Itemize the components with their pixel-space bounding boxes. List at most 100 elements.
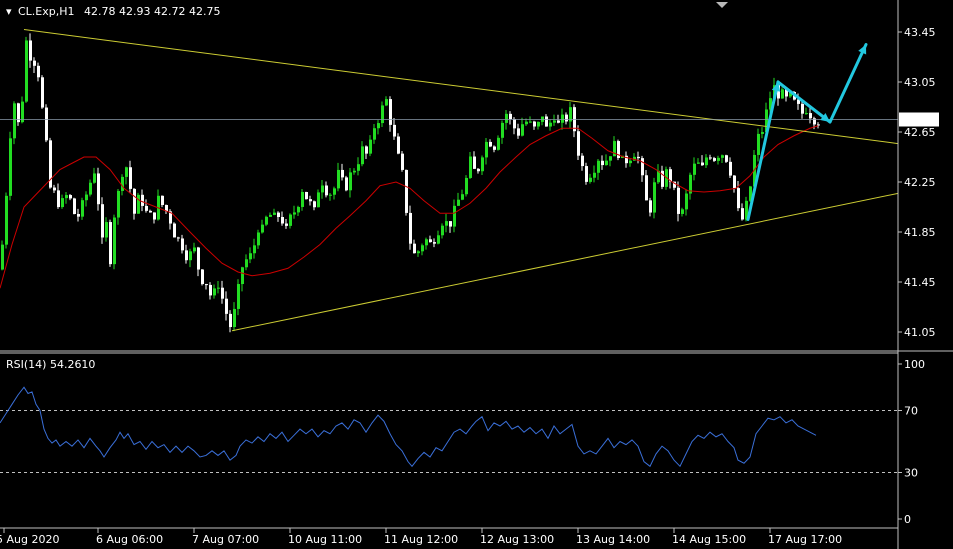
candle xyxy=(805,107,808,115)
candle-body xyxy=(233,308,236,328)
candle-body xyxy=(245,259,248,268)
candle xyxy=(493,145,496,153)
candle xyxy=(261,219,264,234)
candle-body xyxy=(13,103,16,139)
candle xyxy=(705,154,708,169)
candle-body xyxy=(481,157,484,172)
time-tick-label: 17 Aug 17:00 xyxy=(768,533,842,546)
candle xyxy=(657,164,660,185)
candle-body xyxy=(457,199,460,206)
candle xyxy=(521,117,524,137)
candle-body xyxy=(321,185,324,193)
candle xyxy=(341,163,344,181)
trendline[interactable] xyxy=(231,192,899,332)
candle xyxy=(53,184,56,194)
candle xyxy=(33,57,36,73)
candle xyxy=(781,87,784,99)
price-tick-label: 43.45 xyxy=(904,26,936,39)
candle-body xyxy=(181,238,184,251)
header-triangle-icon[interactable]: ▾ xyxy=(6,5,12,18)
candle xyxy=(5,192,8,249)
price-tick-label: 43.05 xyxy=(904,76,936,89)
candle-body xyxy=(437,235,440,244)
candle xyxy=(173,222,176,238)
candle-body xyxy=(685,193,688,210)
candle-body xyxy=(761,132,764,134)
candle xyxy=(217,280,220,294)
axes: 43.45 43.05 42.65 42.25 41.85 41.45 41.05 42.75… xyxy=(0,0,953,549)
candle xyxy=(393,117,396,140)
candle-body xyxy=(809,113,812,119)
candle-body xyxy=(193,247,196,252)
candle xyxy=(189,248,192,268)
candle xyxy=(481,155,484,175)
candle xyxy=(617,139,620,161)
candle-body xyxy=(425,239,428,246)
candle-body xyxy=(805,113,808,115)
candle xyxy=(117,188,120,225)
candle-body xyxy=(405,169,408,213)
arrow-shaft[interactable] xyxy=(776,80,832,124)
candle-body xyxy=(69,195,72,199)
candle xyxy=(661,165,664,190)
candle-body xyxy=(285,223,288,226)
candle xyxy=(101,197,104,244)
candle xyxy=(645,169,648,201)
candle-body xyxy=(129,167,132,189)
candle xyxy=(509,111,512,125)
arrow-shaft[interactable] xyxy=(828,43,868,124)
rsi-tick-label: 30 xyxy=(904,467,918,480)
candle-body xyxy=(133,188,136,214)
candle xyxy=(437,230,440,245)
candle xyxy=(185,244,188,264)
candle-body xyxy=(305,191,308,200)
candle-body xyxy=(249,253,252,260)
trading-chart[interactable]: 43.45 43.05 42.65 42.25 41.85 41.45 41.05 42.75… xyxy=(0,0,953,549)
price-tick-label: 41.45 xyxy=(904,276,936,289)
candle xyxy=(425,237,428,250)
candle xyxy=(713,156,716,162)
candle xyxy=(193,242,196,254)
candle-body xyxy=(705,157,708,166)
candle-body xyxy=(781,89,784,99)
candle xyxy=(93,167,96,184)
candle xyxy=(81,197,84,220)
candle xyxy=(641,155,644,182)
candle-body xyxy=(721,155,724,158)
candle xyxy=(373,124,376,144)
candle xyxy=(545,114,548,127)
candle-body xyxy=(253,245,256,254)
candle-body xyxy=(449,221,452,227)
candle xyxy=(245,254,248,271)
candle-body xyxy=(289,214,292,226)
arrow-shaft[interactable] xyxy=(746,80,780,221)
candle xyxy=(305,191,308,200)
candle-body xyxy=(213,288,216,296)
candle xyxy=(669,166,672,189)
candle xyxy=(333,186,336,200)
candle-body xyxy=(741,208,744,220)
candle-body xyxy=(521,124,524,136)
candle-body xyxy=(5,195,8,245)
candle xyxy=(365,145,368,159)
candle xyxy=(653,177,656,219)
candle-body xyxy=(197,247,200,270)
candle-body xyxy=(93,173,96,183)
candle xyxy=(313,200,316,211)
candle-body xyxy=(589,177,592,182)
candle-body xyxy=(45,107,48,141)
candle xyxy=(181,234,184,254)
rsi-line xyxy=(0,386,817,468)
candle-body xyxy=(277,212,280,217)
candle-body xyxy=(477,168,480,172)
price-tick-label: 42.65 xyxy=(904,126,936,139)
time-tick-label: 7 Aug 07:00 xyxy=(192,533,259,546)
candle-body xyxy=(493,146,496,150)
candle-body xyxy=(313,201,316,208)
candle-body xyxy=(465,177,468,195)
candle-body xyxy=(361,146,364,165)
candle xyxy=(733,174,736,193)
candle-body xyxy=(161,195,164,206)
candle xyxy=(109,219,112,267)
scroll-marker-icon[interactable] xyxy=(716,2,728,8)
